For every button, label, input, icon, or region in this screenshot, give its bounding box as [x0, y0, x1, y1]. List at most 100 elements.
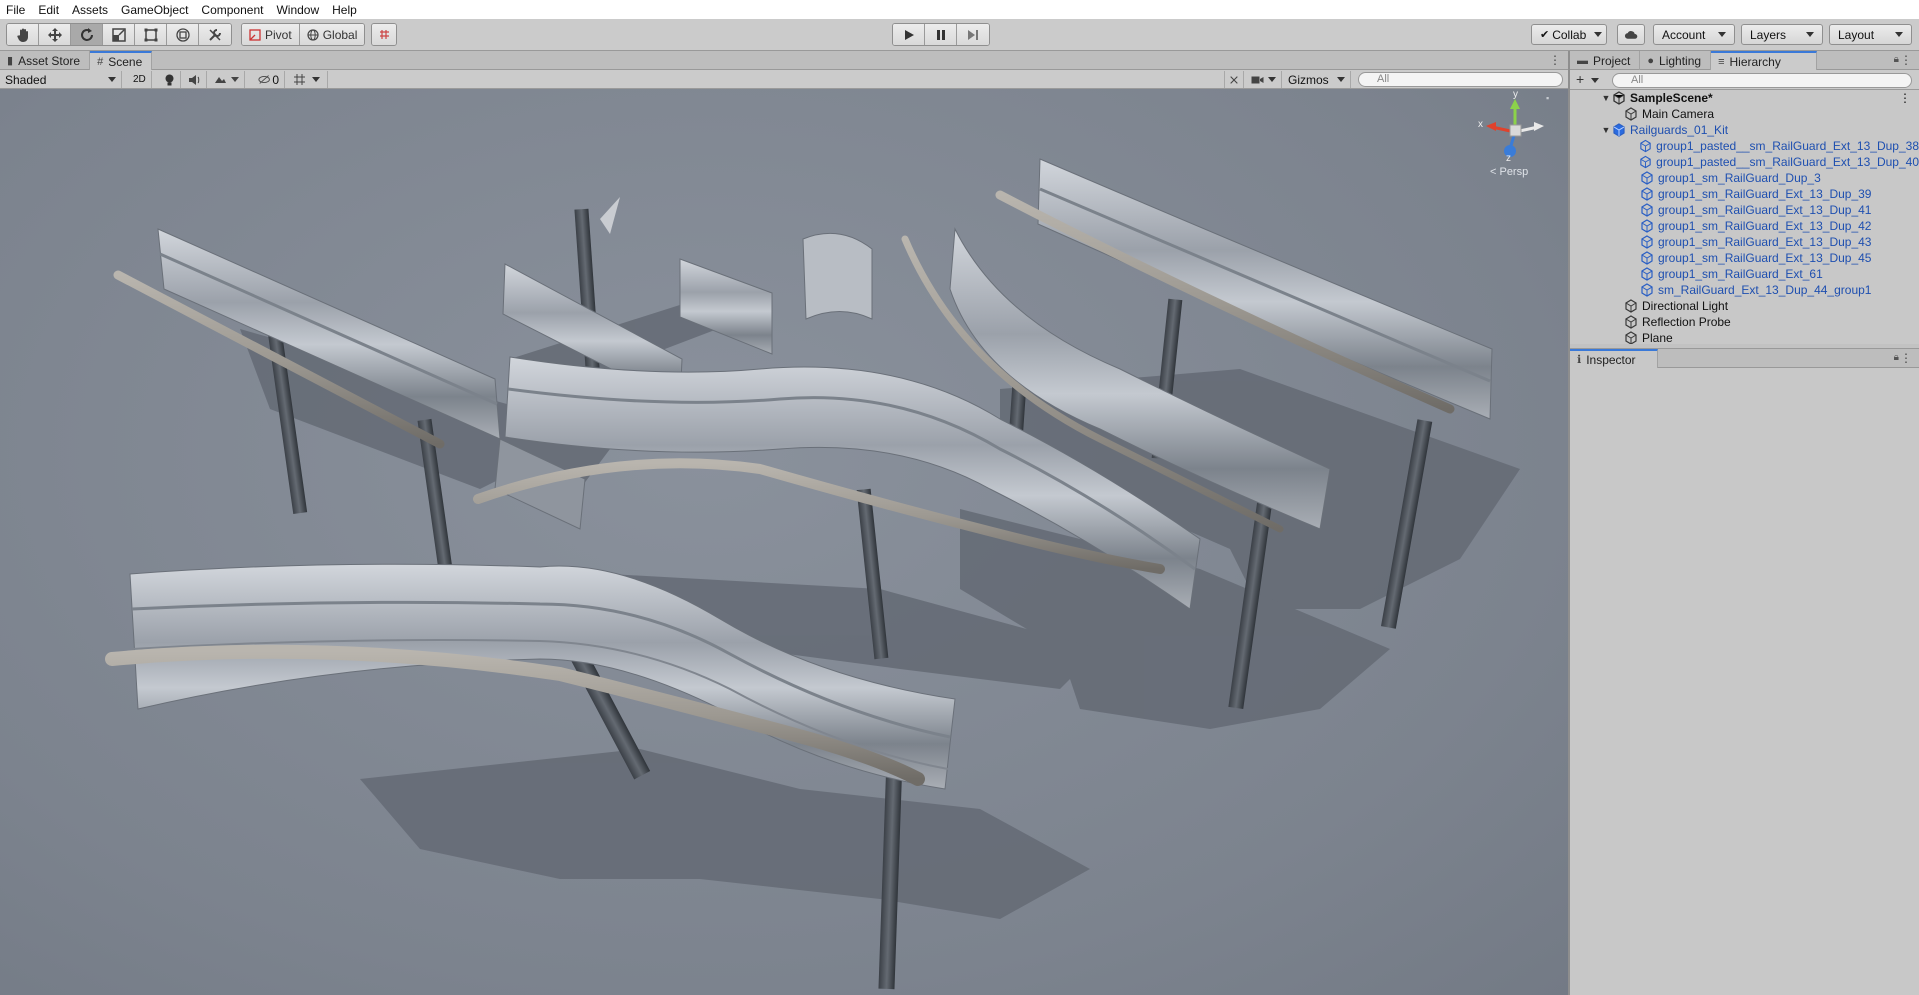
menu-help[interactable]: Help [332, 3, 357, 17]
menu-edit[interactable]: Edit [38, 3, 59, 17]
menu-assets[interactable]: Assets [72, 3, 108, 17]
pause-button[interactable] [925, 24, 957, 45]
scene-root-row[interactable]: ▼ SampleScene* ⋮ [1570, 90, 1919, 106]
audio-toggle[interactable] [183, 71, 207, 88]
hierarchy-item-label: group1_sm_RailGuard_Ext_13_Dup_45 [1658, 251, 1872, 265]
global-toggle[interactable]: Global [299, 24, 365, 45]
grid-snap-toggle[interactable] [372, 24, 396, 45]
eye-off-icon [258, 75, 270, 84]
create-dropdown[interactable]: + [1576, 72, 1600, 87]
kebab-menu-icon[interactable]: ⋮ [1549, 53, 1561, 67]
rotate-tool-button[interactable] [71, 24, 103, 45]
kebab-menu-icon[interactable]: ⋮ [1900, 53, 1912, 67]
hierarchy-child-item[interactable]: group1_sm_RailGuard_Ext_13_Dup_39 [1570, 186, 1919, 202]
kebab-menu-icon[interactable]: ⋮ [1900, 351, 1912, 365]
shopping-bag-icon: ▮ [7, 55, 14, 67]
check-icon: ✔ [1540, 29, 1550, 41]
pivot-icon [249, 28, 261, 41]
scene-viewport[interactable]: y x z < Persp ▪ [0, 89, 1568, 995]
hierarchy-search-input[interactable]: All [1612, 73, 1912, 88]
pivot-toggle[interactable]: Pivot [242, 24, 300, 45]
scale-tool-button[interactable] [103, 24, 135, 45]
hierarchy-item-label: group1_sm_RailGuard_Ext_61 [1658, 267, 1823, 281]
2d-label: 2D [133, 74, 146, 85]
scene-name: SampleScene* [1630, 91, 1713, 105]
kebab-menu-icon[interactable]: ⋮ [1899, 91, 1911, 105]
2d-toggle[interactable]: 2D [128, 71, 152, 88]
lock-icon[interactable]: 🔒︎ [1894, 352, 1899, 363]
tab-scene[interactable]: # Scene [90, 51, 153, 70]
prefab-cube-icon [1641, 235, 1653, 249]
menu-gameobject[interactable]: GameObject [121, 3, 188, 17]
hidden-objects-toggle[interactable]: 0 [253, 71, 285, 88]
scene-tools-button[interactable] [1224, 71, 1244, 88]
hierarchy-child-item[interactable]: group1_sm_RailGuard_Ext_13_Dup_41 [1570, 202, 1919, 218]
effects-dropdown[interactable] [209, 71, 245, 88]
hierarchy-item[interactable]: Main Camera [1570, 106, 1919, 122]
side-tab-bar: ▬ Project ● Lighting ≡ Hierarchy 🔒︎ ⋮ [1570, 51, 1919, 70]
orientation-gizmo[interactable]: y x z < Persp [1470, 89, 1560, 187]
tab-hierarchy-label: Hierarchy [1729, 54, 1781, 69]
camera-dropdown[interactable] [1246, 71, 1282, 88]
account-dropdown[interactable]: Account [1653, 24, 1735, 45]
transform-tool-button[interactable] [167, 24, 199, 45]
hierarchy-child-item[interactable]: group1_pasted__sm_RailGuard_Ext_13_Dup_3… [1570, 138, 1919, 154]
menu-window[interactable]: Window [276, 3, 319, 17]
rect-transform-icon [144, 28, 157, 41]
tab-inspector-label: Inspector [1586, 352, 1636, 367]
main-toolbar: Pivot Global ✔ Collab Account Layers Lay… [0, 19, 1919, 51]
lock-icon[interactable]: ▪ [1546, 93, 1549, 103]
custom-tool-button[interactable] [199, 24, 231, 45]
scale-icon [111, 27, 126, 42]
hierarchy-item[interactable]: ▼ Railguards_01_Kit [1570, 122, 1919, 138]
hierarchy-child-item[interactable]: group1_sm_RailGuard_Ext_13_Dup_42 [1570, 218, 1919, 234]
prefab-cube-icon [1640, 155, 1651, 169]
caret-down-icon [1268, 77, 1276, 82]
menu-component[interactable]: Component [201, 3, 263, 17]
lighting-toggle[interactable] [159, 71, 181, 88]
step-button[interactable] [957, 24, 989, 45]
tab-lighting[interactable]: ● Lighting [1640, 51, 1712, 70]
prefab-cube-icon [1641, 267, 1653, 281]
tab-inspector[interactable]: ℹ Inspector [1570, 349, 1658, 368]
play-button[interactable] [893, 24, 925, 45]
rect-tool-button[interactable] [135, 24, 167, 45]
expand-arrow-icon[interactable]: ▼ [1600, 125, 1612, 135]
hand-tool-button[interactable] [7, 24, 39, 45]
hierarchy-item[interactable]: Directional Light [1570, 298, 1919, 314]
gizmos-dropdown[interactable]: Gizmos [1283, 71, 1351, 88]
hierarchy-child-item[interactable]: group1_sm_RailGuard_Ext_13_Dup_45 [1570, 250, 1919, 266]
tab-asset-store[interactable]: ▮ Asset Store [0, 51, 91, 70]
hierarchy-child-item[interactable]: group1_sm_RailGuard_Ext_13_Dup_43 [1570, 234, 1919, 250]
layout-dropdown[interactable]: Layout [1829, 24, 1912, 45]
hierarchy-item[interactable]: Plane [1570, 330, 1919, 344]
tab-project[interactable]: ▬ Project [1570, 51, 1641, 70]
persp-label[interactable]: < Persp [1490, 166, 1528, 178]
hierarchy-child-item[interactable]: sm_RailGuard_Ext_13_Dup_44_group1 [1570, 282, 1919, 298]
hierarchy-child-item[interactable]: group1_pasted__sm_RailGuard_Ext_13_Dup_4… [1570, 154, 1919, 170]
hierarchy-child-item[interactable]: group1_sm_RailGuard_Dup_3 [1570, 170, 1919, 186]
gameobject-cube-icon [1625, 299, 1637, 313]
menu-file[interactable]: File [6, 3, 25, 17]
draw-mode-label: Shaded [5, 72, 47, 87]
layers-label: Layers [1750, 27, 1787, 42]
grid-dropdown[interactable] [288, 71, 328, 88]
prefab-cube-icon [1640, 139, 1651, 153]
tab-hierarchy[interactable]: ≡ Hierarchy [1711, 51, 1818, 70]
hierarchy-item-label: group1_sm_RailGuard_Ext_13_Dup_43 [1658, 235, 1872, 249]
move-tool-button[interactable] [39, 24, 71, 45]
cloud-button[interactable] [1617, 24, 1645, 45]
lock-icon[interactable]: 🔒︎ [1894, 54, 1899, 65]
expand-arrow-icon[interactable]: ▼ [1600, 93, 1612, 103]
hierarchy-item-label: group1_sm_RailGuard_Ext_13_Dup_41 [1658, 203, 1872, 217]
draw-mode-dropdown[interactable]: Shaded [0, 71, 122, 88]
camera-icon [1251, 76, 1264, 83]
play-icon [904, 29, 914, 40]
collab-dropdown[interactable]: ✔ Collab [1531, 24, 1607, 45]
scene-search-input[interactable]: All [1358, 72, 1563, 87]
layers-dropdown[interactable]: Layers [1741, 24, 1823, 45]
hierarchy-child-item[interactable]: group1_sm_RailGuard_Ext_61 [1570, 266, 1919, 282]
hierarchy-item[interactable]: Reflection Probe [1570, 314, 1919, 330]
hierarchy-panel: ▼ SampleScene* ⋮ Main Camera ▼ Railguards_… [1570, 90, 1919, 344]
gameobject-cube-icon [1625, 331, 1637, 344]
